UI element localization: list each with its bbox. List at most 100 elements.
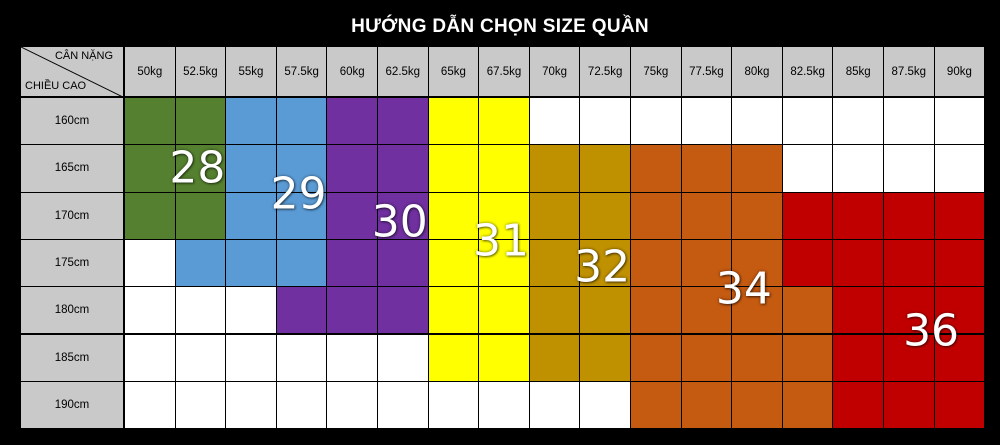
size-cell-empty — [225, 380, 277, 430]
size-cell-34 — [630, 380, 682, 430]
size-cell-29 — [225, 238, 277, 288]
size-cell-30 — [326, 286, 378, 335]
size-cell-empty — [326, 333, 378, 382]
size-cell-36 — [933, 238, 986, 288]
weight-header: 85kg — [832, 46, 884, 97]
weight-header: 52.5kg — [174, 46, 227, 97]
size-cell-empty — [124, 333, 176, 382]
size-cell-empty — [377, 380, 429, 430]
size-cell-empty — [275, 333, 328, 382]
size-cell-29 — [225, 144, 277, 193]
size-cell-empty — [781, 144, 834, 193]
size-cell-31 — [427, 333, 480, 382]
size-cell-28 — [124, 144, 176, 193]
size-cell-34 — [630, 191, 682, 240]
height-header: 185cm — [20, 333, 124, 382]
size-cell-empty — [933, 144, 986, 193]
size-cell-32 — [528, 144, 581, 193]
size-cell-29 — [174, 238, 227, 288]
size-label-29: 29 — [270, 168, 327, 220]
size-cell-empty — [225, 333, 277, 382]
size-cell-empty — [883, 97, 935, 146]
size-cell-36 — [933, 191, 986, 240]
size-cell-empty — [731, 97, 783, 146]
size-cell-34 — [630, 333, 682, 382]
size-cell-29 — [275, 238, 328, 288]
weight-header: 82.5kg — [781, 46, 834, 97]
weight-header: 67.5kg — [478, 46, 530, 97]
size-cell-empty — [680, 97, 733, 146]
weight-header: 75kg — [630, 46, 682, 97]
size-cell-empty — [174, 333, 227, 382]
size-cell-34 — [680, 191, 733, 240]
size-cell-29 — [275, 97, 328, 146]
size-cell-empty — [326, 380, 378, 430]
size-cell-34 — [781, 380, 834, 430]
size-cell-34 — [781, 333, 834, 382]
size-cell-34 — [680, 380, 733, 430]
size-cell-empty — [275, 380, 328, 430]
size-cell-empty — [427, 380, 480, 430]
size-label-32: 32 — [574, 241, 631, 293]
size-cell-36 — [883, 238, 935, 288]
size-cell-31 — [427, 97, 480, 146]
size-cell-31 — [478, 144, 530, 193]
size-cell-28 — [124, 191, 176, 240]
size-cell-31 — [478, 286, 530, 335]
weight-header: 50kg — [124, 46, 176, 97]
size-cell-32 — [579, 144, 631, 193]
size-cell-empty — [630, 97, 682, 146]
size-label-30: 30 — [371, 196, 428, 248]
weight-axis-label: CÂN NẶNG — [54, 50, 113, 62]
size-cell-empty — [377, 333, 429, 382]
height-header: 190cm — [20, 380, 124, 430]
size-cell-empty — [579, 97, 631, 146]
size-cell-31 — [427, 238, 480, 288]
height-axis-label: CHIỀU CAO — [25, 80, 87, 92]
weight-header: 55kg — [225, 46, 277, 97]
size-label-34: 34 — [715, 263, 772, 315]
size-cell-34 — [680, 333, 733, 382]
size-cell-30 — [377, 286, 429, 335]
size-cell-30 — [326, 238, 378, 288]
size-cell-empty — [225, 286, 277, 335]
size-cell-34 — [731, 191, 783, 240]
size-cell-36 — [832, 238, 884, 288]
size-cell-28 — [174, 191, 227, 240]
height-header: 180cm — [20, 286, 124, 335]
size-cell-36 — [883, 191, 935, 240]
size-cell-36 — [832, 333, 884, 382]
size-cell-34 — [630, 286, 682, 335]
size-cell-empty — [174, 286, 227, 335]
height-header: 160cm — [20, 97, 124, 146]
size-cell-34 — [630, 238, 682, 288]
size-cell-31 — [427, 286, 480, 335]
size-cell-empty — [124, 286, 176, 335]
weight-header: 57.5kg — [275, 46, 328, 97]
size-cell-empty — [528, 97, 581, 146]
weight-header: 62.5kg — [377, 46, 429, 97]
size-cell-empty — [781, 97, 834, 146]
weight-header: 72.5kg — [579, 46, 631, 97]
size-cell-empty — [174, 380, 227, 430]
size-cell-30 — [326, 144, 378, 193]
weight-header: 87.5kg — [883, 46, 935, 97]
size-cell-30 — [275, 286, 328, 335]
size-cell-28 — [124, 97, 176, 146]
size-cell-32 — [579, 191, 631, 240]
size-cell-30 — [377, 97, 429, 146]
size-cell-36 — [781, 191, 834, 240]
size-cell-34 — [731, 380, 783, 430]
size-cell-36 — [883, 380, 935, 430]
size-cell-34 — [781, 286, 834, 335]
weight-header: 90kg — [933, 46, 986, 97]
size-cell-32 — [579, 286, 631, 335]
size-cell-empty — [124, 380, 176, 430]
size-cell-empty — [832, 144, 884, 193]
weight-header: 80kg — [731, 46, 783, 97]
size-cell-36 — [832, 191, 884, 240]
height-header: 165cm — [20, 144, 124, 193]
size-cell-empty — [883, 144, 935, 193]
size-cell-36 — [832, 380, 884, 430]
weight-header: 70kg — [528, 46, 581, 97]
